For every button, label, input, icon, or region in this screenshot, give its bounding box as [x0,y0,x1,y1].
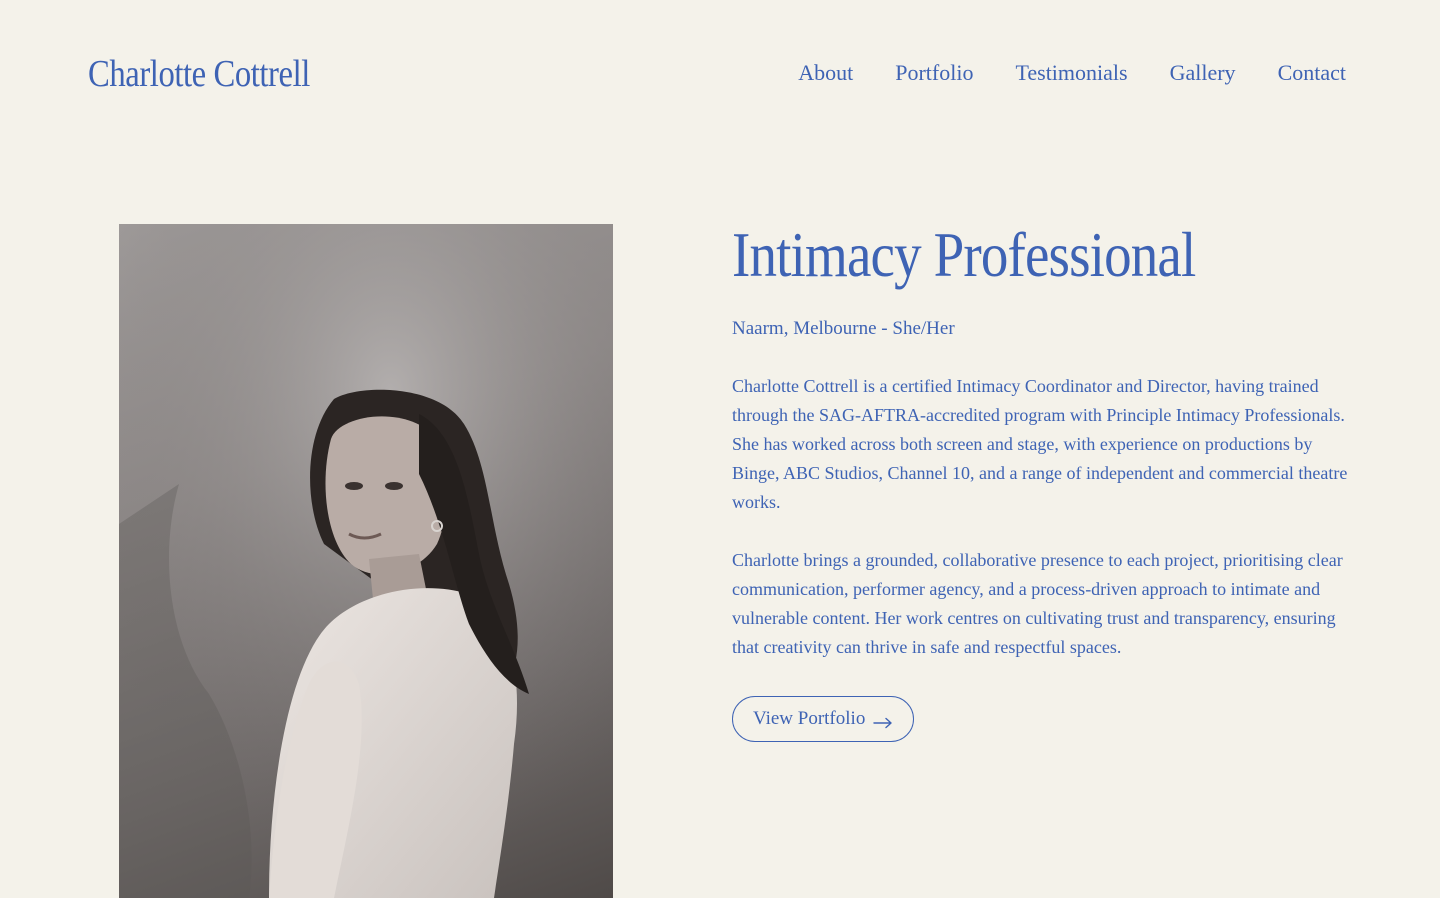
nav-item-gallery[interactable]: Gallery [1170,60,1236,86]
site-header: Charlotte Cottrell About Portfolio Testi… [0,0,1440,150]
main-nav: About Portfolio Testimonials Gallery Con… [798,60,1346,86]
arrow-right-icon [873,713,893,729]
view-portfolio-button[interactable]: View Portfolio [732,696,915,742]
site-logo[interactable]: Charlotte Cottrell [88,52,310,96]
nav-item-about[interactable]: About [798,60,853,86]
intro-section: Intimacy Professional Naarm, Melbourne -… [732,216,1372,742]
portrait-photo [119,224,613,898]
bio-paragraph-2: Charlotte brings a grounded, collaborati… [732,550,1343,657]
portrait-illustration [119,224,613,898]
view-portfolio-label: View Portfolio [753,708,866,729]
nav-item-portfolio[interactable]: Portfolio [895,60,973,86]
nav-item-testimonials[interactable]: Testimonials [1015,60,1127,86]
bio-paragraph-1: Charlotte Cottrell is a certified Intima… [732,376,1348,512]
nav-item-contact[interactable]: Contact [1278,60,1346,86]
page-title: Intimacy Professional [732,219,1196,290]
location-pronouns: Naarm, Melbourne - She/Her [732,318,955,339]
